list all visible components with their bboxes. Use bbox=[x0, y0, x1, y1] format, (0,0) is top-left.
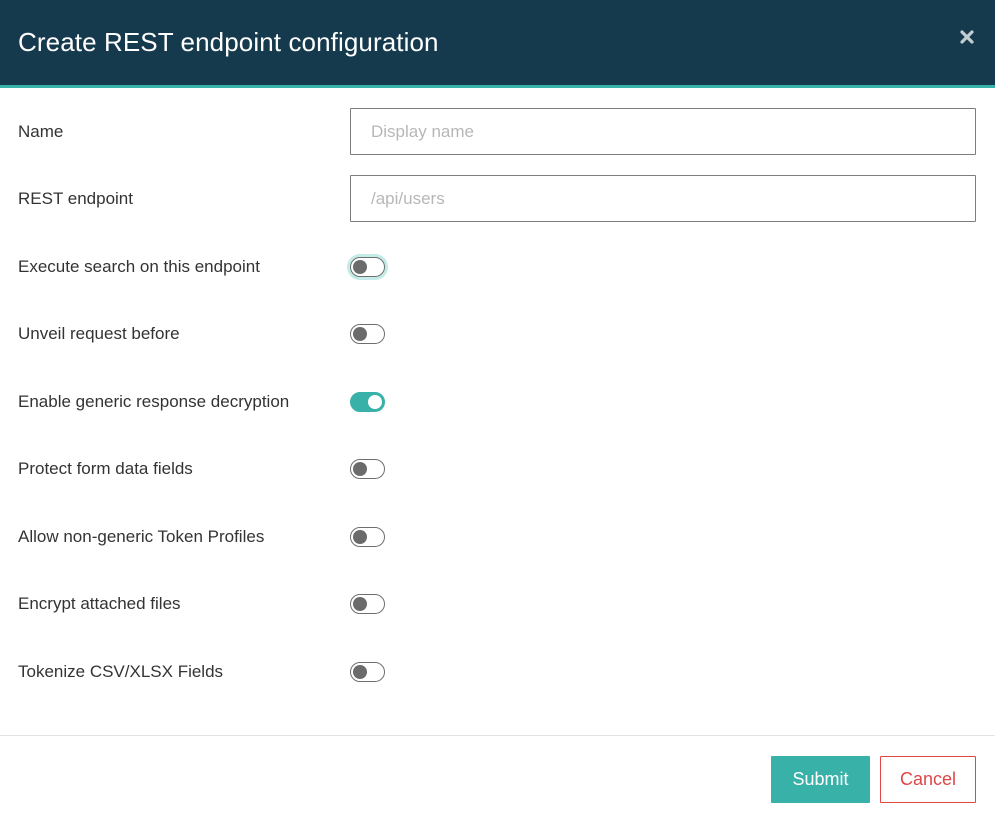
toggle-non-generic-token-profiles[interactable] bbox=[350, 527, 385, 547]
dialog-header: Create REST endpoint configuration bbox=[0, 0, 995, 88]
toggle-label-execute-search: Execute search on this endpoint bbox=[18, 257, 260, 276]
toggle-row-encrypt-attached-files: Encrypt attached files bbox=[0, 580, 995, 628]
toggle-row-protect-form-data: Protect form data fields bbox=[0, 445, 995, 493]
rest-endpoint-row: REST endpoint bbox=[0, 175, 995, 223]
toggle-row-tokenize-csv-xlsx: Tokenize CSV/XLSX Fields bbox=[0, 648, 995, 696]
close-icon bbox=[960, 30, 974, 44]
close-button[interactable] bbox=[957, 26, 977, 48]
rest-endpoint-input[interactable] bbox=[350, 175, 976, 222]
toggle-row-non-generic-token-profiles: Allow non-generic Token Profiles bbox=[0, 513, 995, 561]
name-row: Name bbox=[0, 108, 995, 156]
toggle-unveil-request[interactable] bbox=[350, 324, 385, 344]
toggle-label-encrypt-attached-files: Encrypt attached files bbox=[18, 594, 181, 613]
toggle-encrypt-attached-files[interactable] bbox=[350, 594, 385, 614]
toggle-label-generic-response-decryption: Enable generic response decryption bbox=[18, 392, 290, 411]
toggle-knob bbox=[368, 395, 382, 409]
toggle-row-generic-response-decryption: Enable generic response decryption bbox=[0, 378, 995, 426]
toggle-execute-search[interactable] bbox=[350, 257, 385, 277]
toggle-knob bbox=[353, 462, 367, 476]
toggle-generic-response-decryption[interactable] bbox=[350, 392, 385, 412]
toggle-knob bbox=[353, 597, 367, 611]
name-input[interactable] bbox=[350, 108, 976, 155]
name-label: Name bbox=[18, 122, 64, 141]
submit-button[interactable]: Submit bbox=[771, 756, 870, 803]
toggle-protect-form-data[interactable] bbox=[350, 459, 385, 479]
toggle-label-tokenize-csv-xlsx: Tokenize CSV/XLSX Fields bbox=[18, 662, 224, 681]
toggle-knob bbox=[353, 665, 367, 679]
toggle-knob bbox=[353, 327, 367, 341]
toggle-label-protect-form-data: Protect form data fields bbox=[18, 459, 193, 478]
rest-endpoint-label: REST endpoint bbox=[18, 189, 133, 208]
toggle-label-non-generic-token-profiles: Allow non-generic Token Profiles bbox=[18, 527, 265, 546]
toggle-row-execute-search: Execute search on this endpoint bbox=[0, 243, 995, 291]
create-rest-endpoint-dialog: Create REST endpoint configuration Name … bbox=[0, 0, 995, 823]
footer-divider bbox=[0, 735, 995, 736]
cancel-button[interactable]: Cancel bbox=[880, 756, 976, 803]
toggle-row-unveil-request: Unveil request before bbox=[0, 310, 995, 358]
dialog-title: Create REST endpoint configuration bbox=[18, 27, 439, 57]
toggle-knob bbox=[353, 530, 367, 544]
toggle-tokenize-csv-xlsx[interactable] bbox=[350, 662, 385, 682]
toggle-label-unveil-request: Unveil request before bbox=[18, 324, 180, 343]
toggle-knob bbox=[353, 260, 367, 274]
